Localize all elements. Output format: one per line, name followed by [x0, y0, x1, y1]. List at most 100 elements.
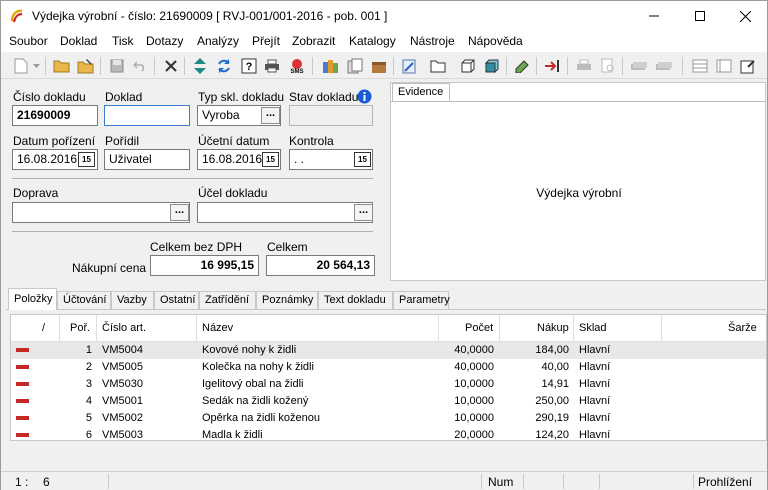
ucel-dokladu-lookup-button[interactable]: ...	[354, 204, 373, 221]
print-button[interactable]	[262, 56, 282, 76]
package-button[interactable]	[369, 56, 389, 76]
grid-header-pocet[interactable]: Počet	[465, 322, 493, 334]
menu-dotazy[interactable]: Dotazy	[146, 34, 183, 48]
edit-folder-button[interactable]	[76, 56, 96, 76]
tab-ostatni[interactable]: Ostatní	[154, 291, 199, 309]
close-button[interactable]	[722, 1, 768, 31]
eraser-button[interactable]	[512, 56, 532, 76]
undo-icon	[133, 61, 145, 72]
table-row[interactable]: 1 VM5004 Kovové nohy k židli 40,0000 184…	[11, 342, 766, 359]
ucetni-datum-calendar-button[interactable]: 15	[262, 152, 279, 167]
poridil-field[interactable]: Uživatel	[104, 149, 190, 170]
row-pocet: 40,0000	[454, 344, 494, 356]
new-dropdown-button[interactable]	[31, 56, 41, 76]
print-preview-icon	[601, 58, 614, 73]
delete-button[interactable]	[161, 56, 181, 76]
print-multi-button[interactable]	[629, 56, 649, 76]
goto-button[interactable]	[542, 56, 562, 76]
open-button[interactable]	[52, 56, 72, 76]
doprava-field[interactable]	[12, 202, 190, 223]
tab-poznamky[interactable]: Poznámky	[256, 291, 318, 309]
print-preview-button[interactable]	[598, 56, 618, 76]
datum-porizeni-calendar-button[interactable]: 15	[78, 152, 95, 167]
menu-tisk[interactable]: Tisk	[112, 34, 134, 48]
grid-header-nakup[interactable]: Nákup	[537, 322, 569, 334]
status-row-value: 6	[43, 475, 50, 489]
query-button[interactable]: ?	[239, 56, 259, 76]
folder-button[interactable]	[428, 56, 448, 76]
tab-vazby[interactable]: Vazby	[111, 291, 154, 309]
tab-zatrideni[interactable]: Zatřídění	[199, 291, 256, 309]
list-view-button[interactable]	[690, 56, 710, 76]
notes-button[interactable]	[399, 56, 419, 76]
grid-header-nazev[interactable]: Název	[202, 322, 233, 334]
save-button[interactable]	[107, 56, 127, 76]
cube-outline-icon	[461, 59, 475, 73]
ucel-dokladu-field[interactable]	[197, 202, 373, 223]
undo-button[interactable]	[130, 56, 150, 76]
row-por: 5	[85, 412, 92, 424]
celkem-label: Celkem	[267, 240, 308, 254]
grid-header-por[interactable]: Poř.	[70, 322, 90, 334]
grid-column-separator	[499, 315, 500, 342]
menu-zobrazit[interactable]: Zobrazit	[292, 34, 335, 48]
toolbar-separator	[45, 57, 46, 75]
table-row[interactable]: 4 VM5001 Sedák na židli kožený 10,0000 2…	[11, 393, 766, 410]
status-separator	[599, 474, 600, 489]
row-nazev: Madla k židli	[202, 429, 263, 441]
menu-nastroje[interactable]: Nástroje	[410, 34, 455, 48]
tab-evidence[interactable]: Evidence	[392, 83, 450, 101]
tab-text-dokladu[interactable]: Text dokladu	[318, 291, 393, 309]
doklad-field[interactable]	[104, 105, 190, 126]
print-multi2-button[interactable]	[654, 56, 674, 76]
grid-header-cislo-art[interactable]: Číslo art.	[102, 322, 146, 334]
grid-column-separator	[573, 315, 574, 342]
menu-katalogy[interactable]: Katalogy	[349, 34, 396, 48]
tab-polozky[interactable]: Položky	[8, 288, 57, 310]
refresh-button[interactable]	[214, 56, 234, 76]
grid-header-sarze[interactable]: Šarže	[728, 322, 757, 334]
export-button[interactable]	[738, 56, 758, 76]
datum-porizeni-label: Datum pořízení	[13, 134, 96, 148]
info-icon[interactable]	[357, 89, 372, 104]
kontrola-calendar-button[interactable]: 15	[354, 152, 371, 167]
box-button[interactable]	[458, 56, 478, 76]
menu-doklad[interactable]: Doklad	[60, 34, 97, 48]
new-button[interactable]	[11, 56, 31, 76]
documents-button[interactable]	[345, 56, 365, 76]
table-row[interactable]: 3 VM5030 Igelitový obal na židli 10,0000…	[11, 376, 766, 393]
minimize-button[interactable]	[631, 1, 677, 31]
table-row[interactable]: 6 VM5003 Madla k židli 20,0000 124,20 Hl…	[11, 427, 766, 441]
row-marker-icon	[16, 348, 29, 352]
menu-prejit[interactable]: Přejít	[252, 34, 280, 48]
sms-button[interactable]: SMS	[287, 56, 307, 76]
tab-uctovani[interactable]: Účtování	[57, 291, 111, 309]
table-row[interactable]: 2 VM5005 Kolečka na nohy k židli 40,0000…	[11, 359, 766, 376]
toolbar-separator	[506, 57, 507, 75]
typ-dokladu-label: Typ skl. dokladu	[198, 90, 285, 104]
form-view-button[interactable]	[714, 56, 734, 76]
tab-parametry[interactable]: Parametry	[393, 291, 450, 309]
menu-analyzy[interactable]: Analýzy	[197, 34, 239, 48]
move-button[interactable]	[190, 56, 210, 76]
row-nakup: 124,20	[535, 429, 569, 441]
print-disabled-button[interactable]	[574, 56, 594, 76]
doprava-lookup-button[interactable]: ...	[170, 204, 189, 221]
cube-button[interactable]	[482, 56, 502, 76]
menu-napoveda[interactable]: Nápověda	[468, 34, 523, 48]
row-marker-icon	[16, 416, 29, 420]
menu-soubor[interactable]: Soubor	[9, 34, 48, 48]
row-nazev: Kovové nohy k židli	[202, 344, 297, 356]
grid-header-sklad[interactable]: Sklad	[579, 322, 607, 334]
cislo-dokladu-field[interactable]: 21690009	[12, 105, 98, 126]
maximize-icon	[695, 11, 705, 21]
typ-dokladu-lookup-button[interactable]: ...	[261, 107, 280, 124]
table-row[interactable]: 5 VM5002 Opěrka na židli koženou 10,0000…	[11, 410, 766, 427]
catalog-button[interactable]	[321, 56, 341, 76]
window-title: Výdejka výrobní - číslo: 21690009 [ RVJ-…	[32, 9, 388, 23]
doprava-label: Doprava	[13, 186, 59, 200]
grid-header-sort[interactable]: /	[42, 322, 45, 334]
status-num: Num	[488, 475, 514, 489]
evidence-panel	[390, 82, 766, 281]
maximize-button[interactable]	[677, 1, 723, 31]
